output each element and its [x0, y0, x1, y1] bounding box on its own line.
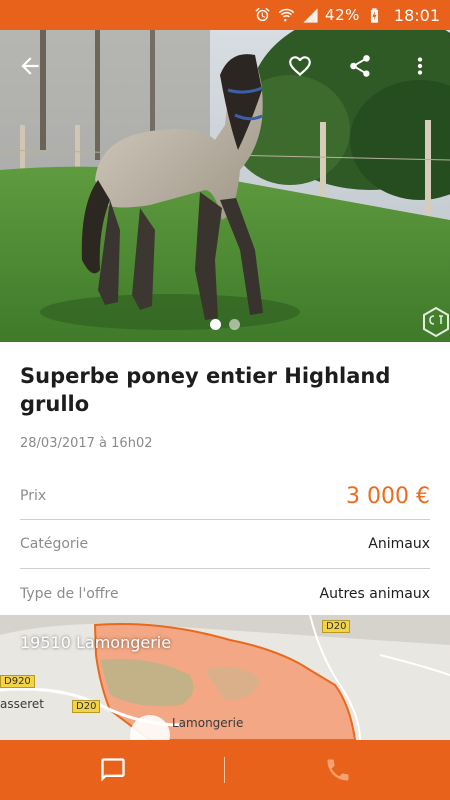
clock: 18:01 — [393, 5, 440, 25]
map-place-label: Lamongerie — [172, 716, 244, 730]
share-icon — [350, 55, 370, 77]
price-value: 3 000 € — [346, 483, 430, 509]
photo-toolbar — [0, 48, 450, 84]
map-location-label: 19510 Lamongerie — [20, 633, 172, 652]
signal-icon — [301, 6, 319, 24]
detail-row-price: Prix 3 000 € — [20, 473, 430, 520]
status-bar: 42% 18:01 — [0, 0, 450, 30]
listing-photo[interactable] — [0, 30, 450, 342]
detail-label: Catégorie — [20, 536, 89, 552]
watermark-logo — [423, 306, 449, 338]
offer-type-value: Autres animaux — [319, 585, 430, 602]
detail-row-offer-type: Type de l'offre Autres animaux — [20, 569, 430, 618]
alarm-icon — [253, 6, 271, 24]
listing-title: Superbe poney entier Highland grullo — [20, 364, 391, 416]
detail-label: Type de l'offre — [20, 585, 119, 602]
back-arrow-icon — [21, 57, 39, 75]
battery-icon — [366, 6, 384, 24]
map-place-label: asseret — [0, 697, 44, 711]
road-label: D920 — [0, 675, 35, 688]
road-label: D20 — [322, 620, 351, 633]
heart-icon — [289, 56, 311, 77]
message-button[interactable] — [0, 740, 225, 800]
call-button[interactable] — [225, 740, 450, 800]
battery-percent: 42% — [325, 6, 360, 24]
listing-date: 28/03/2017 à 16h02 — [20, 436, 153, 451]
gallery-dot[interactable] — [229, 319, 240, 330]
more-vert-icon — [417, 57, 423, 75]
message-icon — [100, 758, 125, 782]
phone-icon — [327, 759, 348, 781]
back-button[interactable] — [12, 48, 48, 84]
gallery-pagination — [210, 319, 240, 330]
bottom-action-bar — [0, 740, 450, 800]
gallery-dot-active[interactable] — [210, 319, 221, 330]
category-value: Animaux — [368, 536, 430, 552]
detail-label: Prix — [20, 488, 47, 504]
location-map[interactable]: 19510 Lamongerie D20 D920 D20 asseret La… — [0, 615, 450, 740]
road-label: D20 — [72, 700, 101, 713]
bottom-bar-divider — [224, 757, 225, 783]
share-button[interactable] — [342, 48, 378, 84]
more-options-button[interactable] — [402, 48, 438, 84]
wifi-icon — [277, 6, 295, 24]
detail-row-category: Catégorie Animaux — [20, 520, 430, 569]
listing-info: Superbe poney entier Highland grullo 28/… — [0, 342, 450, 615]
favorite-button[interactable] — [282, 48, 318, 84]
